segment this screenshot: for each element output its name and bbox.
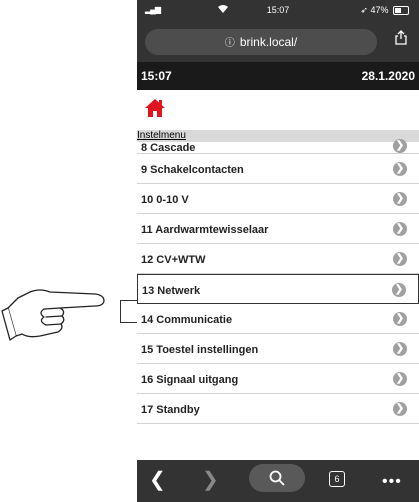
menu-item-label: 16 Signaal uitgang xyxy=(141,374,239,386)
header-date: 28.1.2020 xyxy=(361,69,415,83)
battery-percent: 47% xyxy=(370,5,389,15)
menu-item-standby[interactable]: 17 Standby ❯ xyxy=(137,394,419,424)
chevron-right-icon: ❯ xyxy=(393,402,407,416)
battery-icon xyxy=(393,6,409,16)
home-row xyxy=(137,90,419,130)
menu-item-label: 8 Cascade xyxy=(141,142,196,154)
back-icon[interactable]: ❮ xyxy=(149,468,166,492)
info-icon: ⓘ xyxy=(224,38,235,49)
menu-item-signaal-uitgang[interactable]: 16 Signaal uitgang ❯ xyxy=(137,364,419,394)
browser-toolbar: ❮ ❯ 6 ••• xyxy=(137,460,419,502)
tabs-icon[interactable]: 6 xyxy=(329,471,345,487)
menu-item-netwerk[interactable]: 13 Netwerk ❯ xyxy=(137,274,419,304)
menu-item-label: 17 Standby xyxy=(141,404,200,416)
menu-item-communicatie[interactable]: 14 Communicatie ❯ xyxy=(137,304,419,334)
menu-item-aardwarmtewisselaar[interactable]: 11 Aardwarmtewisselaar ❯ xyxy=(137,214,419,244)
chevron-right-icon: ❯ xyxy=(393,192,407,206)
forward-icon[interactable]: ❯ xyxy=(202,468,219,492)
date-time-bar: 15:07 28.1.2020 xyxy=(137,62,419,90)
pointing-hand-icon xyxy=(1,289,105,341)
status-right: ➶ 47% xyxy=(360,5,409,16)
chevron-right-icon: ❯ xyxy=(393,252,407,266)
url-text: brink.local/ xyxy=(239,35,298,49)
chevron-right-icon: ❯ xyxy=(393,372,407,386)
menu-item-label: 15 Toestel instellingen xyxy=(141,344,259,356)
breadcrumb[interactable]: Instelmenu xyxy=(137,130,419,142)
chevron-right-icon: ❯ xyxy=(393,312,407,326)
menu-item-cv-wtw[interactable]: 12 CV+WTW ❯ xyxy=(137,244,419,274)
menu-item-label: 12 CV+WTW xyxy=(141,254,206,266)
chevron-right-icon: ❯ xyxy=(393,162,407,176)
chevron-right-icon: ❯ xyxy=(392,283,406,297)
menu-item-label: 13 Netwerk xyxy=(142,285,201,297)
menu-item-label: 11 Aardwarmtewisselaar xyxy=(141,224,269,236)
home-icon[interactable] xyxy=(144,98,166,118)
chevron-right-icon: ❯ xyxy=(393,139,407,153)
pointer-bracket xyxy=(120,300,137,323)
browser-address-row: ⓘ brink.local/ xyxy=(137,22,419,62)
more-icon[interactable]: ••• xyxy=(382,470,402,494)
status-bar: ▂▄▆ 15:07 ➶ 47% xyxy=(137,0,419,22)
menu-item-0-10v[interactable]: 10 0-10 V ❯ xyxy=(137,184,419,214)
share-icon[interactable] xyxy=(395,30,407,48)
menu-item-label: 14 Communicatie xyxy=(141,314,233,326)
menu-item-label: 9 Schakelcontacten xyxy=(141,164,244,176)
chevron-right-icon: ❯ xyxy=(393,222,407,236)
location-icon: ➶ xyxy=(360,5,368,15)
address-bar[interactable]: ⓘ brink.local/ xyxy=(145,29,377,55)
menu-item-toestel-instellingen[interactable]: 15 Toestel instellingen ❯ xyxy=(137,334,419,364)
menu-item-label: 10 0-10 V xyxy=(141,194,189,206)
header-time: 15:07 xyxy=(141,69,172,83)
settings-menu-list: 8 Cascade ❯ 9 Schakelcontacten ❯ 10 0-10… xyxy=(137,139,419,424)
menu-item-cascade[interactable]: 8 Cascade ❯ xyxy=(137,139,419,154)
search-icon[interactable] xyxy=(249,464,305,492)
phone-screen: ▂▄▆ 15:07 ➶ 47% ⓘ brink.local/ 15:07 28.1… xyxy=(137,0,419,502)
chevron-right-icon: ❯ xyxy=(393,342,407,356)
menu-item-schakelcontacten[interactable]: 9 Schakelcontacten ❯ xyxy=(137,154,419,184)
